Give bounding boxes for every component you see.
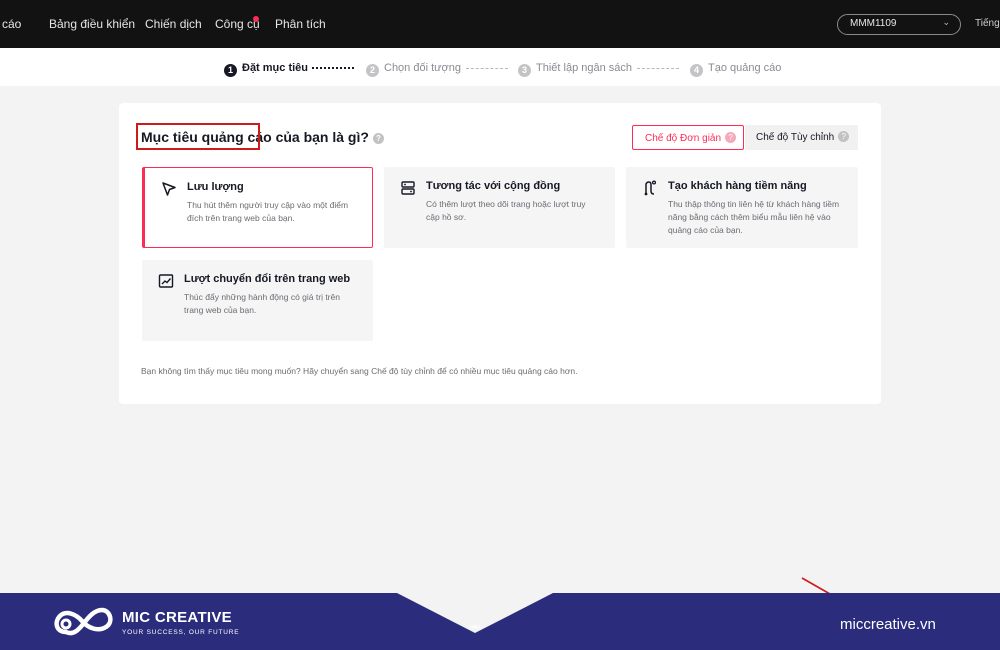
top-navigation-bar: cáo Bảng điều khiển Chiến dịch Công cụ P… [0,0,1000,48]
notification-dot [253,16,259,22]
objective-description: Thu thập thông tin liên hệ từ khách hàng… [668,199,840,235]
objective-title: Lượt chuyển đổi trên trang web [184,273,351,285]
step-connector [637,68,679,69]
banner-glow [468,624,482,630]
step-label: Đặt mục tiêu [242,62,309,74]
step-audience[interactable]: 2 Chọn đối tượng [366,62,461,77]
account-name: MMM1109 [850,18,897,29]
lead-path-icon [644,180,657,196]
step-label: Tạo quảng cáo [708,62,782,74]
objective-title: Lưu lượng [187,181,244,193]
step-number: 4 [690,64,703,77]
simple-mode-label: Chế độ Đơn giản [645,133,722,144]
community-icon [401,181,415,195]
nav-campaigns[interactable]: Chiến dịch [145,17,202,31]
cursor-arrow-icon [162,182,176,196]
objective-description: Thúc đẩy những hành động có giá trị trên… [184,292,340,315]
brand-name: MIC CREATIVE [122,609,232,626]
step-number: 1 [224,64,237,77]
annotation-highlight-box [136,123,260,150]
custom-mode-label: Chế độ Tùy chỉnh [756,132,835,143]
objective-lead-generation[interactable]: Tạo khách hàng tiềm năng Thu thập thông … [626,167,858,248]
brand-url[interactable]: miccreative.vn [840,616,936,633]
step-number: 2 [366,64,379,77]
step-budget[interactable]: 3 Thiết lập ngân sách [518,62,632,77]
brand-tagline: YOUR SUCCESS, OUR FUTURE [122,629,240,636]
objective-card: Mục tiêu quảng cáo của bạn là gì?? Chế đ… [119,103,881,404]
custom-mode-hint: Bạn không tìm thấy mục tiêu mong muốn? H… [141,366,578,376]
simple-mode-button[interactable]: Chế độ Đơn giản? [632,125,744,150]
objective-community[interactable]: Tương tác với cộng đồng Có thêm lượt the… [384,167,615,248]
nav-dashboard[interactable]: Bảng điều khiển [49,17,135,31]
objective-title: Tạo khách hàng tiềm năng [668,180,807,192]
objective-traffic[interactable]: Lưu lượng Thu hút thêm người truy cập và… [142,167,373,248]
objective-website-conversions[interactable]: Lượt chuyển đổi trên trang web Thúc đẩy … [142,260,373,341]
objective-description: Có thêm lượt theo dõi trang hoặc lượt tr… [426,199,586,222]
trend-chart-icon [158,274,174,288]
objective-title: Tương tác với cộng đồng [426,180,561,192]
help-icon[interactable]: ? [372,133,384,144]
custom-mode-button[interactable]: Chế độ Tùy chỉnh? [745,125,858,150]
help-icon: ? [838,131,850,142]
step-number: 3 [518,64,531,77]
step-connector [466,68,508,69]
step-objective[interactable]: 1 Đặt mục tiêu [224,62,308,77]
nav-brand-cut[interactable]: cáo [2,17,21,31]
objective-description: Thu hút thêm người truy cập vào một điểm… [187,200,349,223]
nav-analytics[interactable]: Phân tích [275,17,326,31]
step-create-ad[interactable]: 4 Tạo quảng cáo [690,62,781,77]
chevron-down-icon: ⌄ [942,17,950,27]
progress-steps: 1 Đặt mục tiêu 2 Chọn đối tượng 3 Thiết lập… [0,48,1000,86]
step-label: Thiết lập ngân sách [536,62,633,74]
mic-creative-logo-icon [54,607,113,636]
step-label: Chọn đối tượng [384,62,461,74]
step-connector [312,67,354,69]
help-icon: ? [725,132,737,143]
account-selector[interactable]: MMM1109 ⌄ [837,14,961,35]
language-selector[interactable]: Tiếng Việt [975,18,1000,29]
